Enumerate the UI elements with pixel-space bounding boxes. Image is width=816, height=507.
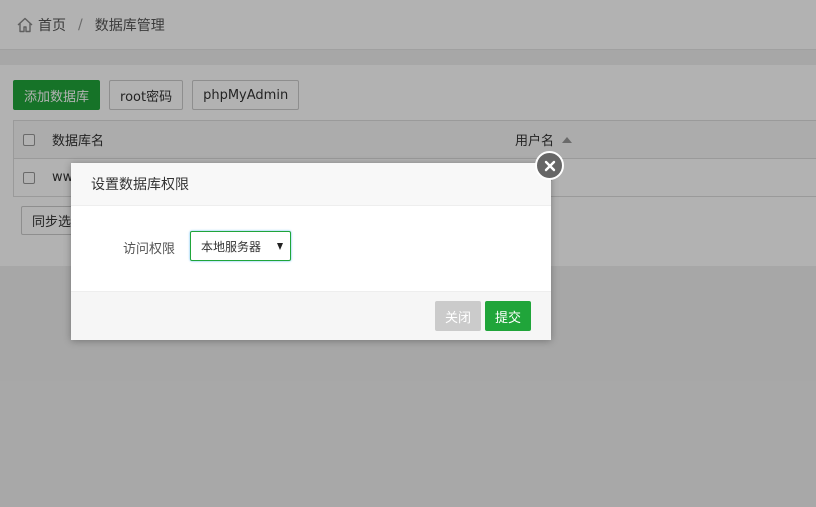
submit-button[interactable]: 提交	[485, 301, 532, 331]
access-permission-label: 访问权限	[123, 242, 176, 257]
close-circle-icon[interactable]	[535, 151, 564, 180]
dialog-footer: 关闭 提交	[71, 291, 551, 340]
dropdown-arrow-icon	[277, 243, 283, 250]
close-button[interactable]: 关闭	[435, 301, 482, 331]
page: 首页 / 数据库管理 添加数据库 root密码 phpMyAdmin 数据库名 …	[0, 0, 816, 507]
permission-dialog: 设置数据库权限 访问权限 本地服务器 关闭 提交	[71, 151, 564, 340]
select-value: 本地服务器	[201, 239, 262, 254]
dialog-body: 访问权限 本地服务器	[71, 206, 551, 291]
dialog-title: 设置数据库权限	[71, 163, 551, 206]
access-permission-select[interactable]: 本地服务器	[190, 231, 291, 261]
